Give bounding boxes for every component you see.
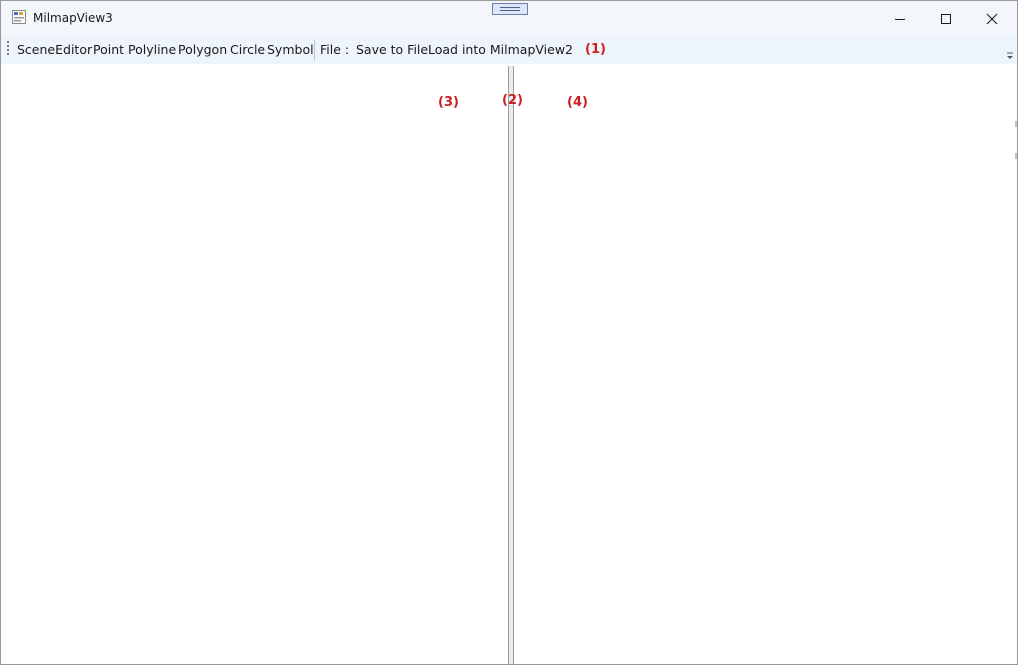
toolbar-polygon[interactable]: Polygon: [178, 42, 227, 58]
right-edge-tick: [1015, 121, 1017, 127]
maximize-button[interactable]: [923, 1, 969, 36]
load-into-milmapview2-button[interactable]: Load into MilmapView2: [428, 42, 573, 58]
annotation-right-panel-marker: (4): [567, 95, 588, 110]
minimize-button[interactable]: [877, 1, 923, 36]
app-window-icon: [12, 10, 26, 24]
close-icon: [986, 13, 998, 24]
toolbar-overflow-icon[interactable]: [1004, 50, 1016, 62]
toolbar-circle[interactable]: Circle: [230, 42, 265, 58]
window-title: MilmapView3: [33, 11, 113, 25]
toolbar-polyline[interactable]: Polyline: [128, 42, 176, 58]
maximize-icon: [941, 13, 951, 24]
annotation-splitter-marker: (2): [502, 93, 523, 108]
toolbar-scene-editor[interactable]: SceneEditor: [17, 42, 92, 58]
annotation-left-panel-marker: (3): [438, 95, 459, 110]
right-edge-tick: [1015, 153, 1017, 159]
right-map-panel[interactable]: [515, 64, 1017, 664]
left-map-panel[interactable]: [1, 64, 508, 664]
minimize-icon: [895, 18, 905, 20]
toolbar-point[interactable]: Point: [93, 42, 124, 58]
toolbar-separator: [314, 40, 315, 60]
close-button[interactable]: [969, 1, 1015, 36]
save-to-file-button[interactable]: Save to File: [356, 42, 428, 58]
toolbar-symbol[interactable]: Symbol: [267, 42, 314, 58]
toolbar-file-label: File :: [320, 42, 350, 57]
title-bar[interactable]: MilmapView3: [1, 1, 1017, 36]
toolbar: SceneEditor Point Polyline Polygon Circl…: [1, 36, 1017, 64]
snap-layout-handle[interactable]: [492, 3, 528, 15]
annotation-toolbar-marker: (1): [585, 42, 606, 57]
toolbar-grip-icon[interactable]: [7, 41, 10, 59]
panel-splitter[interactable]: [508, 66, 514, 664]
main-window: MilmapView3 SceneEditor Point Polyline P…: [0, 0, 1018, 665]
